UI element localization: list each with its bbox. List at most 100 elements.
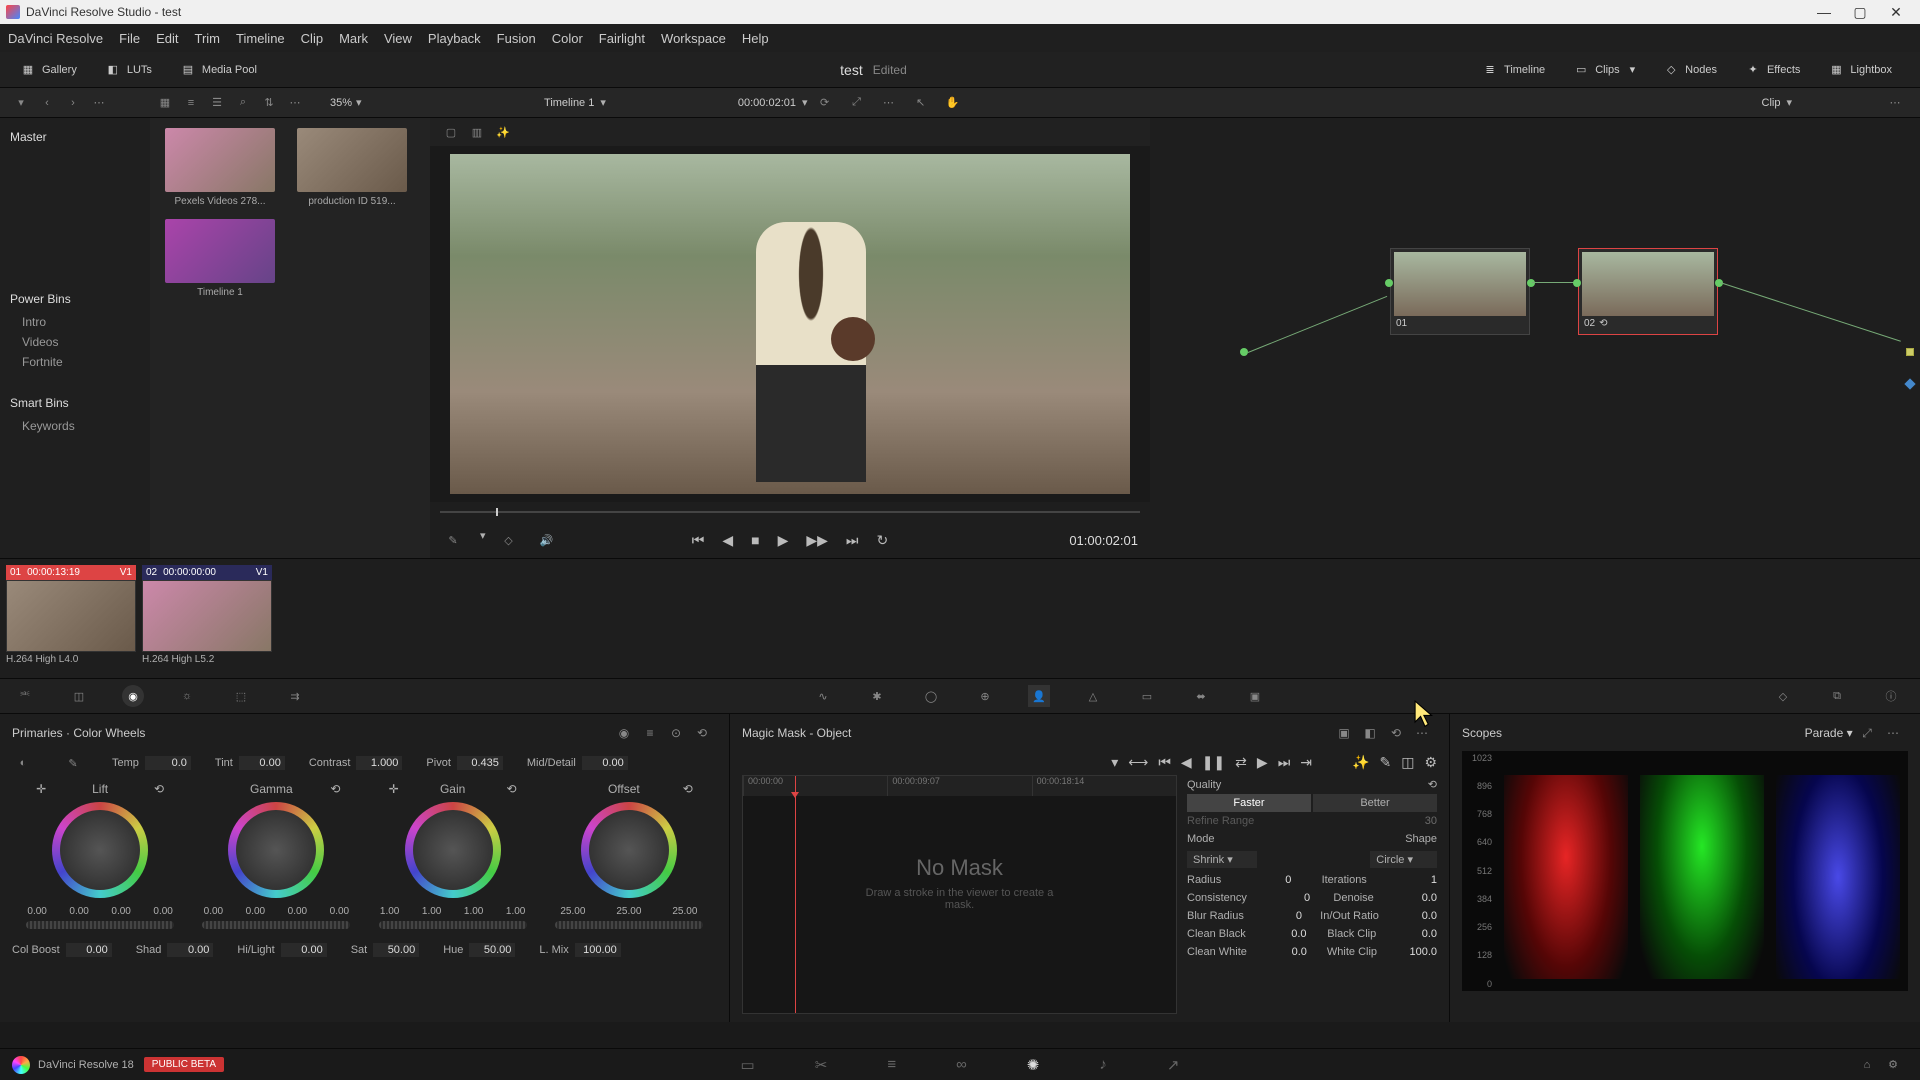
menu-playback[interactable]: Playback [428,31,481,46]
chevron-down-icon[interactable]: ▾ [480,529,486,551]
crosshair-icon[interactable]: ✛ [36,782,46,796]
menu-workspace[interactable]: Workspace [661,31,726,46]
bin-intro[interactable]: Intro [6,312,144,332]
offset-jog[interactable] [555,921,703,929]
gamma-jog[interactable] [202,921,350,929]
chevron-down-icon[interactable]: ▾ [1847,726,1853,740]
master-bin[interactable]: Master [6,126,144,148]
qualifier-icon[interactable]: ✎ [442,529,464,551]
nav-back-icon[interactable]: ‹ [36,92,58,114]
shad-input[interactable] [167,943,213,957]
stop-icon[interactable]: ■ [751,532,759,549]
scope-expand-icon[interactable]: ⤢ [1856,723,1878,745]
prev-frame-icon[interactable]: ◀ [722,532,733,549]
quality-better[interactable]: Better [1313,794,1437,812]
track-all-icon[interactable]: ⇥ [1300,754,1312,771]
graph-output-icon[interactable] [1906,348,1914,356]
lift-jog[interactable] [26,921,174,929]
reset-icon[interactable]: ⟲ [691,722,713,744]
tracker-icon[interactable]: ⊕ [974,685,996,707]
track-fwd-one-icon[interactable]: ⇄ [1235,754,1247,771]
eraser-icon[interactable]: ◫ [1401,754,1414,771]
chevron-down-icon[interactable]: ▾ [600,96,606,109]
chevron-down-icon[interactable]: ▾ [802,96,808,109]
menu-fusion[interactable]: Fusion [497,31,536,46]
reset-icon[interactable]: ⟲ [1428,778,1437,791]
log-mode-icon[interactable]: ⊙ [665,722,687,744]
close-button[interactable]: ✕ [1878,0,1914,24]
hilight-input[interactable] [281,943,327,957]
scopes-icon[interactable]: ⧉ [1826,685,1848,707]
pick-white-icon[interactable]: ✎ [62,752,84,774]
bin-videos[interactable]: Videos [6,332,144,352]
menu-resolve[interactable]: DaVinci Resolve [8,31,103,46]
track-rev-icon[interactable]: ◀ [1181,754,1192,771]
reset-icon[interactable]: ⟲ [1385,722,1407,744]
den-value[interactable]: 0.0 [1397,892,1437,904]
cons-value[interactable]: 0 [1270,892,1310,904]
range-icon[interactable]: ⟷ [1128,754,1148,771]
loop-icon[interactable]: ↻ [877,532,889,549]
sort-icon[interactable]: ⇅ [258,92,280,114]
radius-value[interactable]: 0 [1251,874,1291,886]
bclp-value[interactable]: 0.0 [1397,928,1437,940]
wand-icon[interactable]: ✨ [492,121,514,143]
split-icon[interactable]: ▥ [466,121,488,143]
reset-icon[interactable]: ⟲ [683,782,693,796]
mask-timeline[interactable]: 00:00:0000:00:09:0700:00:18:14 No Mask D… [742,775,1177,1014]
chevron-down-icon[interactable]: ▾ [1786,96,1792,109]
tint-input[interactable] [239,756,285,770]
arrow-tool-icon[interactable]: ↖ [910,92,932,114]
offset-wheel[interactable] [581,802,677,898]
page-edit-icon[interactable]: ≡ [887,1056,896,1074]
motion-icon[interactable]: ⇉ [284,685,306,707]
lightbox-button[interactable]: ▦Lightbox [1818,58,1902,82]
settings-icon[interactable]: ⚙ [1424,754,1437,771]
stroke-icon[interactable]: ✎ [1379,754,1391,771]
sat-input[interactable] [373,943,419,957]
magic-mask-icon[interactable]: 👤 [1028,685,1050,707]
reset-icon[interactable]: ⟲ [330,782,340,796]
viewer-frame[interactable] [430,146,1150,502]
media-clip[interactable]: Timeline 1 [160,219,280,298]
wheel-mode-icon[interactable]: ◉ [613,722,635,744]
bypass-icon[interactable]: ⟳ [814,92,836,114]
effects-button[interactable]: ✦Effects [1735,58,1810,82]
mode-select[interactable]: Shrink ▾ [1187,851,1257,868]
last-frame-icon[interactable]: ⏭ [846,532,859,549]
middetail-input[interactable] [582,756,628,770]
viewer-scrubber[interactable] [430,502,1150,522]
bin-keywords[interactable]: Keywords [6,416,144,436]
keyframe-add-icon[interactable]: ▾ [1111,754,1118,771]
luts-button[interactable]: ◧LUTs [95,58,162,82]
view-strip-icon[interactable]: ≡ [180,92,202,114]
media-pool-button[interactable]: ▤Media Pool [170,58,267,82]
menu-view[interactable]: View [384,31,412,46]
menu-help[interactable]: Help [742,31,769,46]
power-bins-header[interactable]: Power Bins [6,288,144,310]
menu-clip[interactable]: Clip [301,31,323,46]
clips-button[interactable]: ▭Clips▾ [1563,58,1645,82]
view-thumbs-icon[interactable]: ▦ [154,92,176,114]
search-icon[interactable]: ⌕ [232,92,254,114]
next-frame-icon[interactable]: ▶▶ [806,532,828,549]
info-icon[interactable]: ⓘ [1880,685,1902,707]
page-color-icon[interactable]: ✺ [1027,1056,1040,1074]
gain-wheel[interactable] [405,802,501,898]
project-settings-icon[interactable]: ⚙ [1882,1054,1904,1076]
page-fairlight-icon[interactable]: ♪ [1099,1056,1107,1074]
timeline-button[interactable]: ≣Timeline [1472,58,1555,82]
3d-icon[interactable]: ▣ [1244,685,1266,707]
key-icon[interactable]: ▭ [1136,685,1158,707]
unmix-icon[interactable]: ◇ [498,529,520,551]
cwht-value[interactable]: 0.0 [1267,946,1307,958]
timeline-name[interactable]: Timeline 1 [544,97,594,109]
home-icon[interactable]: ⌂ [1856,1054,1878,1076]
viewer-timecode[interactable]: 00:00:02:01 [738,97,796,109]
expand-icon[interactable]: ⤢ [846,92,868,114]
smart-bins-header[interactable]: Smart Bins [6,392,144,414]
lift-wheel[interactable] [52,802,148,898]
primaries-icon[interactable]: ◉ [122,685,144,707]
first-frame-icon[interactable]: ⏮ [692,532,705,549]
more-icon[interactable]: ⋯ [88,92,110,114]
